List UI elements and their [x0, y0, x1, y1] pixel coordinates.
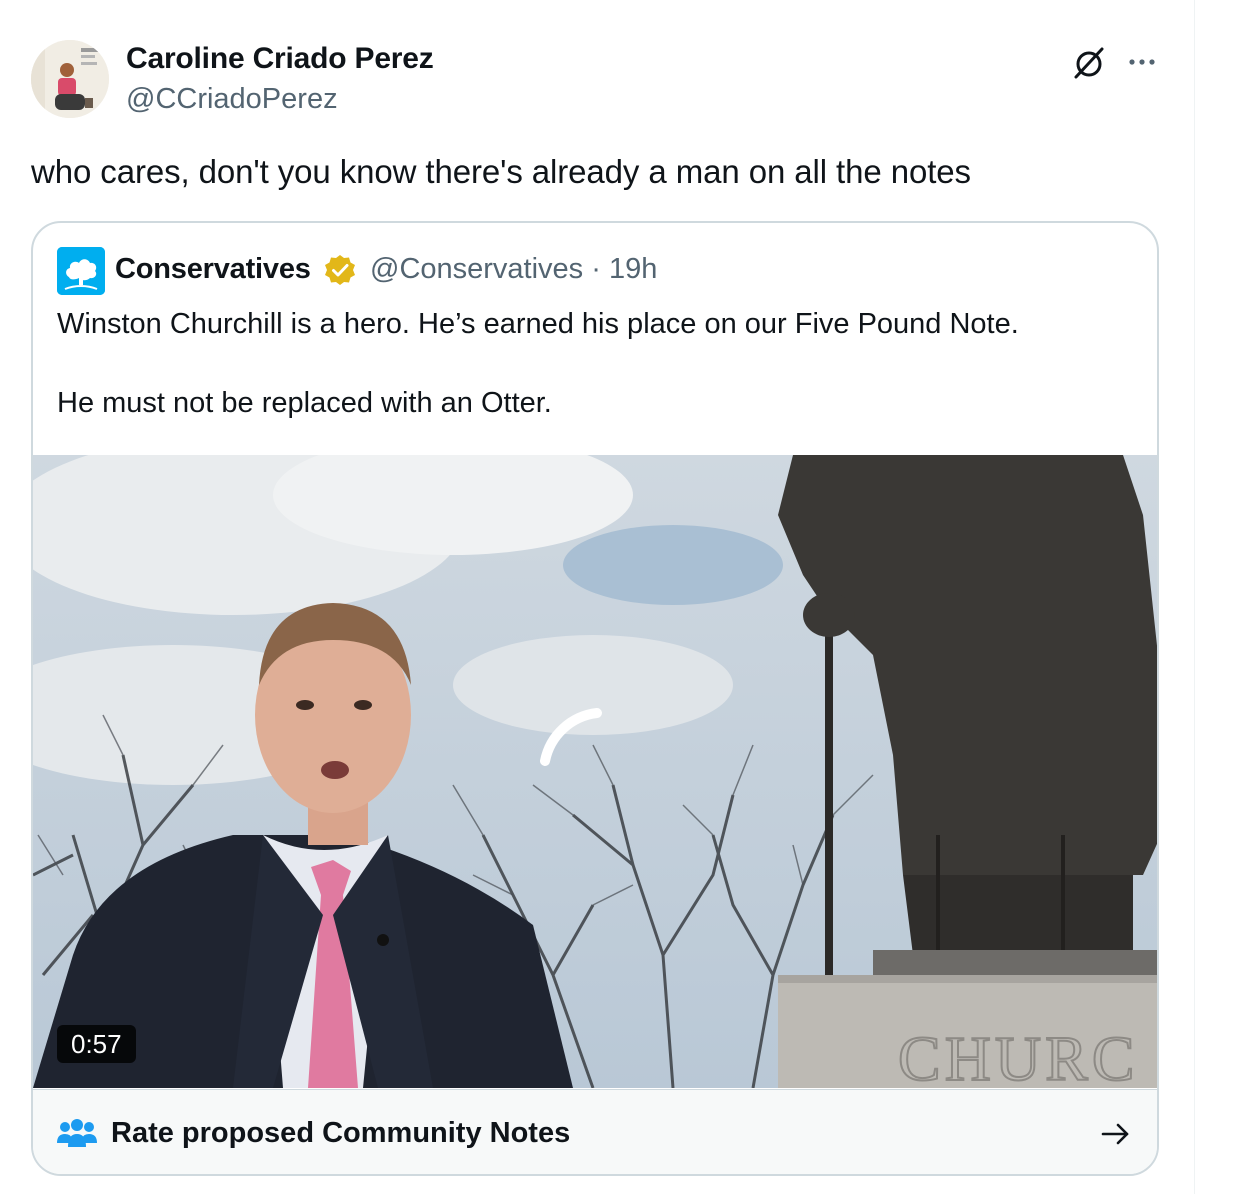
community-notes-label[interactable]: Rate proposed Community Notes [111, 1117, 570, 1150]
video-player[interactable]: CHURC 0:57 [33, 455, 1157, 1088]
more-horizontal-icon[interactable] [1124, 44, 1160, 80]
quoted-text-line-2: He must not be replaced with an Otter. [57, 387, 552, 419]
author-avatar[interactable] [31, 40, 109, 118]
quoted-author-name[interactable]: Conservatives [115, 253, 311, 286]
quoted-author-handle[interactable]: @Conservatives [370, 253, 583, 285]
quoted-tweet-card[interactable]: Conservatives @Conservatives · 19h Winst… [31, 221, 1159, 1176]
quoted-author-meta: @Conservatives · 19h [370, 253, 657, 286]
video-duration-badge: 0:57 [57, 1025, 136, 1063]
community-notes-bar[interactable]: Rate proposed Community Notes [33, 1089, 1157, 1174]
meta-separator: · [591, 253, 601, 285]
quoted-author-avatar[interactable] [57, 247, 105, 295]
grok-icon[interactable] [1070, 44, 1108, 82]
arrow-right-icon[interactable] [1099, 1117, 1133, 1151]
plinth-inscription: CHURC [898, 1023, 1139, 1088]
quoted-tweet-text: Winston Churchill is a hero. He’s earned… [57, 305, 1137, 423]
author-name[interactable]: Caroline Criado Perez [126, 42, 434, 76]
tweet-text: who cares, don't you know there's alread… [31, 153, 971, 190]
quoted-tweet-time[interactable]: 19h [609, 253, 657, 285]
verified-gold-badge-icon [323, 253, 357, 287]
quoted-text-line-1: Winston Churchill is a hero. He’s earned… [57, 308, 1019, 340]
author-handle[interactable]: @CCriadoPerez [126, 83, 338, 116]
column-divider [1194, 0, 1195, 1194]
people-icon [57, 1119, 97, 1149]
